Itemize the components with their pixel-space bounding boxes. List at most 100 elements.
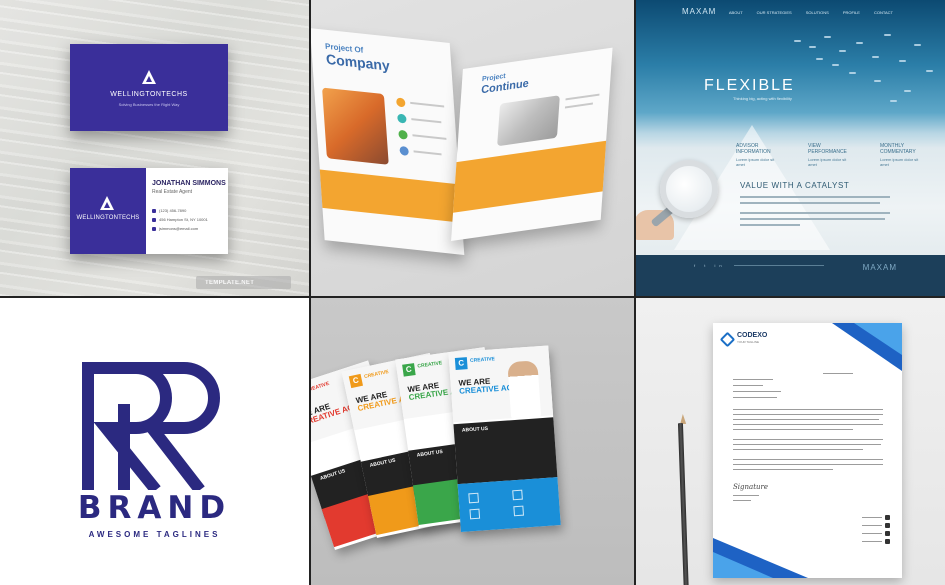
menu-item[interactable]: CONTACT	[874, 10, 893, 15]
menu-item[interactable]: SOLUTIONS	[806, 10, 829, 15]
info-column-title: ADVISOR INFORMATION	[736, 143, 771, 155]
website-text-line	[740, 202, 880, 204]
card-person-role: Real Estate Agent	[152, 189, 193, 195]
info-column-text: Lorem ipsum dolor sit amet	[736, 157, 775, 167]
info-column[interactable]: VIEW PERFORMANCE Lorem ipsum dolor sit am…	[808, 143, 850, 167]
card-back-brand-name: WELLINGTONTECHS	[76, 215, 140, 221]
business-card-back: WELLINGTONTECHS JONATHAN SIMMONS Real Es…	[70, 168, 228, 254]
card-tagline: Solving Businesses the Right Way	[118, 102, 180, 107]
letterhead-paper: CODEXO YOUR TAGLINE Signature	[713, 323, 902, 578]
website-text-line	[740, 212, 890, 214]
brochure-title-large: Company	[325, 50, 391, 74]
website-preview[interactable]: MAXAM ABOUT OUR STRATEGIES SOLUTIONS PRO…	[634, 0, 945, 296]
grid-divider	[309, 0, 311, 585]
website-logo: MAXAM	[682, 7, 717, 16]
flyer-feature-icon	[512, 489, 523, 501]
website-text-line	[740, 196, 890, 198]
flyer-feature-icon	[469, 508, 481, 520]
flyer-blue: C CREATIVE WE ARE CREATIVE AGENCY ABOUT U…	[448, 345, 561, 532]
mail-icon	[152, 226, 156, 231]
website-hero-subtitle: Thinking big, acting with flexibility	[733, 96, 792, 101]
brochure-preview[interactable]: Project Of Company Project Continue	[309, 0, 634, 296]
globe-icon	[885, 531, 890, 536]
letterhead-email	[862, 523, 890, 528]
letterhead-web	[862, 531, 890, 536]
brochure-bullet-icon	[398, 129, 408, 140]
phone-icon	[152, 208, 156, 213]
business-card-preview[interactable]: WELLINGTONTECHS Solving Businesses the R…	[0, 0, 309, 296]
letterhead-signature: Signature	[733, 483, 769, 491]
website-navbar: MAXAM ABOUT OUR STRATEGIES SOLUTIONS PRO…	[634, 0, 945, 18]
website-section-heading: VALUE WITH A CATALYST	[740, 181, 850, 190]
grid-divider	[0, 296, 945, 298]
website-footer: f t in MAXAM	[634, 255, 945, 296]
letterhead-company: CODEXO	[737, 332, 768, 339]
menu-item[interactable]: OUR STRATEGIES	[757, 10, 792, 15]
brochure-text-line	[564, 102, 593, 109]
magnifier-icon	[660, 160, 718, 218]
logo-preview[interactable]: BRAND AWESOME TAGLINES	[0, 296, 309, 585]
card-address: 456 Hampton St, NY 10001	[152, 217, 208, 222]
card-brand-name: WELLINGTONTECHS	[110, 91, 188, 98]
info-column[interactable]: ADVISOR INFORMATION Lorem ipsum dolor sit…	[736, 143, 778, 167]
card-phone: (123) 456-7890	[152, 208, 186, 213]
menu-item[interactable]: ABOUT	[729, 10, 743, 15]
brochure-bullet-icon	[396, 97, 406, 108]
letterhead-address	[862, 539, 890, 544]
letterhead-preview[interactable]: CODEXO YOUR TAGLINE Signature	[634, 296, 945, 585]
info-column-text: Lorem ipsum dolor sit amet	[880, 157, 919, 167]
brochure-text-line	[410, 101, 445, 108]
rr-monogram-logo-icon	[82, 362, 220, 490]
website-text-line	[740, 218, 885, 220]
info-column-title: VIEW PERFORMANCE	[808, 143, 847, 155]
brochure-bullet-icon	[397, 113, 407, 124]
card-back-brand-panel: WELLINGTONTECHS	[70, 168, 146, 254]
brand-tagline: AWESOME TAGLINES	[88, 530, 221, 539]
brochure-photo	[322, 87, 389, 165]
grid-divider	[634, 0, 636, 585]
card-phone-text: (123) 456-7890	[159, 208, 187, 213]
brochure-orange-band	[319, 169, 463, 223]
card-email: jsimmons@email.com	[152, 226, 198, 231]
letterhead-footer-shape	[713, 552, 773, 578]
flyer-badge-icon: C	[348, 373, 364, 389]
brochure-right-page: Project Continue	[451, 47, 613, 242]
location-icon	[152, 217, 156, 222]
business-card-front: WELLINGTONTECHS Solving Businesses the R…	[70, 44, 228, 131]
codexo-logo-icon	[719, 331, 736, 348]
location-icon	[885, 539, 890, 544]
flyer-preview[interactable]: C CREATIVE WE ARECREATIVE AGENCY ABOUT U…	[309, 296, 634, 585]
pencil-image	[677, 422, 690, 585]
footer-line	[734, 265, 824, 266]
card-email-text: jsimmons@email.com	[159, 226, 199, 231]
info-column-title: MONTHLY COMMENTARY	[880, 143, 916, 155]
website-hero-title: FLEXIBLE	[704, 77, 795, 94]
brochure-text-line	[413, 150, 442, 156]
brochure-left-page: Project Of Company	[310, 28, 465, 256]
card-person-name: JONATHAN SIMMONS	[152, 180, 226, 187]
brochure-right-orange-band	[453, 140, 607, 213]
flyer-feature-icon	[513, 505, 525, 517]
triangle-logo-icon	[142, 70, 156, 84]
menu-item[interactable]: PROFILE	[843, 10, 860, 15]
social-icons[interactable]: f t in	[694, 263, 726, 268]
flyer-feature-icon	[468, 492, 479, 504]
flyer-badge-icon: C	[454, 357, 468, 370]
website-menu: ABOUT OUR STRATEGIES SOLUTIONS PROFILE C…	[729, 10, 893, 15]
card-address-text: 456 Hampton St, NY 10001	[159, 217, 208, 222]
phone-icon	[885, 515, 890, 520]
brochure-right-photo	[497, 95, 560, 147]
flyer-badge-icon: C	[402, 363, 416, 377]
brochure-text-line	[411, 118, 442, 124]
footer-logo: MAXAM	[862, 263, 897, 272]
letterhead-phone	[862, 515, 890, 520]
letterhead-tagline: YOUR TAGLINE	[737, 340, 760, 344]
info-column-text: Lorem ipsum dolor sit amet	[808, 157, 847, 167]
flyer-person-image	[507, 360, 542, 419]
website-text-line	[740, 224, 800, 226]
triangle-logo-icon	[100, 196, 114, 210]
brand-wordmark: BRAND	[77, 490, 232, 526]
brochure-bullet-icon	[399, 145, 409, 156]
mail-icon	[885, 523, 890, 528]
info-column[interactable]: MONTHLY COMMENTARY Lorem ipsum dolor sit …	[880, 143, 922, 167]
